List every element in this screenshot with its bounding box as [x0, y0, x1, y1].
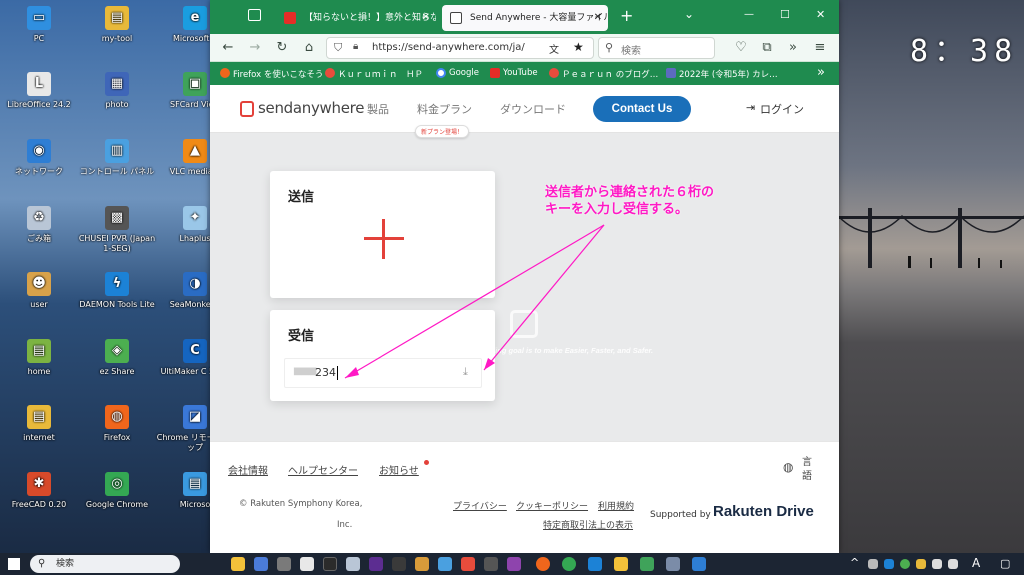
volume-icon[interactable]	[948, 559, 958, 569]
annotation-text: 送信者から連絡された６桁の キーを入力し受信する。	[545, 184, 714, 218]
bluetooth-icon[interactable]	[884, 559, 894, 569]
app-icon[interactable]	[392, 557, 406, 571]
app-icon[interactable]	[438, 557, 452, 571]
app-icon[interactable]	[254, 557, 268, 571]
app-icon[interactable]	[507, 557, 521, 571]
ime-indicator[interactable]: A	[972, 556, 980, 570]
app-icon[interactable]	[614, 557, 628, 571]
notification-icon[interactable]: ▢	[1000, 557, 1010, 570]
app-icon[interactable]	[415, 557, 429, 571]
annotation-line1: 送信者から連絡された６桁の	[545, 185, 715, 200]
app-icon[interactable]	[692, 557, 706, 571]
firefox-taskbar-icon[interactable]	[536, 557, 550, 571]
tray-icon[interactable]	[900, 559, 910, 569]
app-icon[interactable]	[666, 557, 680, 571]
taskbar: ⚲ 検索 ^ A ▢	[0, 553, 1024, 575]
annotation-line2: キーを入力し受信する。	[545, 202, 689, 217]
explorer-icon[interactable]	[231, 557, 245, 571]
network-icon[interactable]	[932, 559, 942, 569]
taskbar-search[interactable]: ⚲ 検索	[30, 555, 180, 573]
chrome-taskbar-icon[interactable]	[562, 557, 576, 571]
app-icon[interactable]	[484, 557, 498, 571]
app-icon[interactable]	[323, 557, 337, 571]
tray-overflow-icon[interactable]: ^	[850, 556, 859, 569]
tray-icon[interactable]	[916, 559, 926, 569]
annotation-arrows	[344, 224, 605, 379]
start-windows-icon[interactable]	[8, 558, 20, 570]
app-icon[interactable]	[277, 557, 291, 571]
app-icon[interactable]	[640, 557, 654, 571]
app-icon[interactable]	[588, 557, 602, 571]
search-icon: ⚲	[38, 558, 46, 569]
app-icon[interactable]	[300, 557, 314, 571]
app-icon[interactable]	[346, 557, 360, 571]
taskbar-search-label: 検索	[56, 559, 75, 569]
app-icon[interactable]	[369, 557, 383, 571]
tray-icon[interactable]	[868, 559, 878, 569]
app-icon[interactable]	[461, 557, 475, 571]
